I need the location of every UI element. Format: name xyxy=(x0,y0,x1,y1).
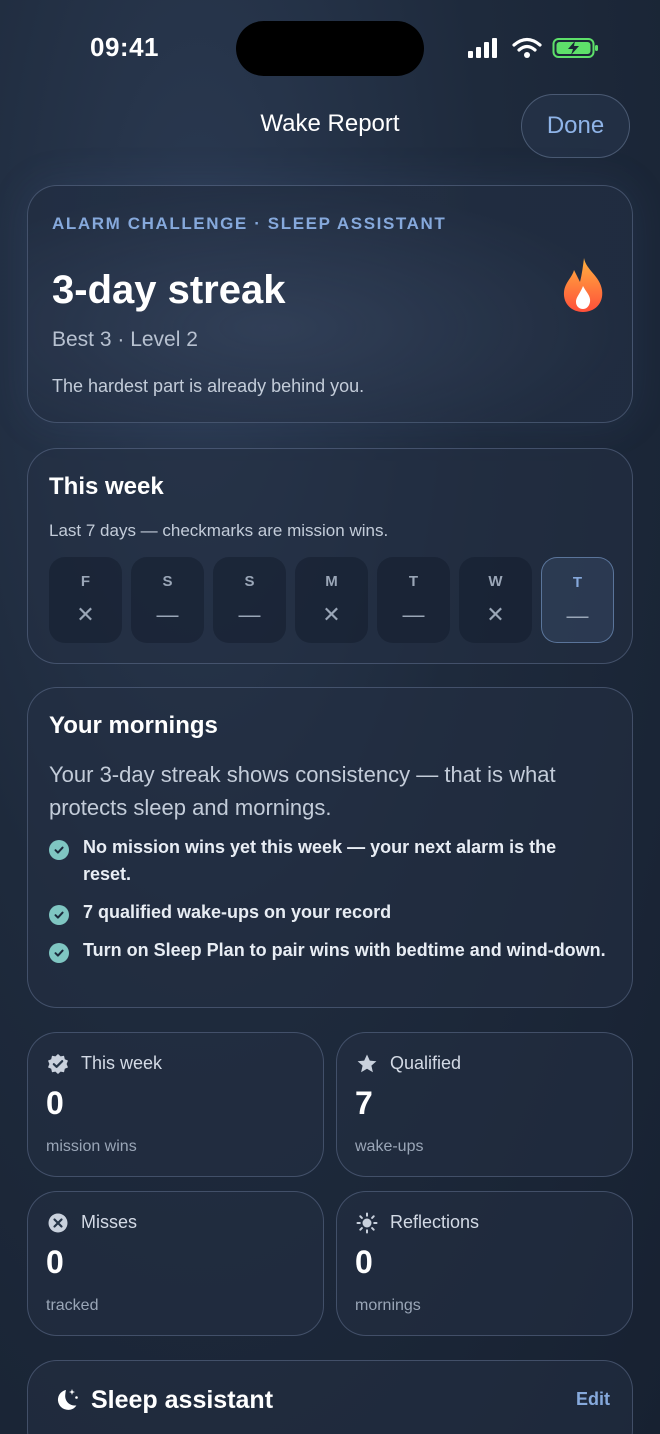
check-circle-icon xyxy=(49,840,69,860)
stat-value: 0 xyxy=(46,1085,64,1121)
streak-card: ALARM CHALLENGE · SLEEP ASSISTANT 3-day … xyxy=(27,185,633,423)
stat-label: This week xyxy=(81,1053,163,1073)
mornings-title: Your mornings xyxy=(49,712,218,739)
day-miss-mark: ✕ xyxy=(486,602,505,627)
day-miss-mark: ✕ xyxy=(76,602,95,627)
done-button[interactable]: Done xyxy=(521,94,630,158)
list-item: Turn on Sleep Plan to pair wins with bed… xyxy=(49,937,609,964)
mornings-bullets: No mission wins yet this week — your nex… xyxy=(49,834,609,975)
streak-subtitle: Best 3 · Level 2 xyxy=(52,328,198,351)
day-letter: S xyxy=(162,573,173,590)
day-letter: W xyxy=(488,573,503,590)
day-cell[interactable]: M ✕ xyxy=(295,557,368,643)
edit-button[interactable]: Edit xyxy=(576,1389,610,1410)
stat-label: Qualified xyxy=(390,1053,462,1073)
mornings-body: Your 3-day streak shows consistency — th… xyxy=(49,762,556,820)
this-week-title: This week xyxy=(49,473,164,500)
day-strip: F ✕ S — S — M ✕ T — W ✕ T — xyxy=(49,557,614,643)
status-bar: 09:41 xyxy=(0,0,660,96)
day-cell[interactable]: T — xyxy=(377,557,450,643)
day-letter: M xyxy=(325,573,338,590)
streak-note: The hardest part is already behind you. xyxy=(52,376,365,396)
day-empty-mark: — xyxy=(156,602,179,627)
stat-unit: tracked xyxy=(46,1297,99,1314)
status-time: 09:41 xyxy=(90,32,159,62)
sun-icon xyxy=(356,1212,378,1234)
cellular-signal-icon xyxy=(468,38,497,58)
day-empty-mark: — xyxy=(238,602,261,627)
stat-tile-this-week[interactable]: This week 0 mission wins xyxy=(27,1032,324,1177)
x-circle-icon xyxy=(48,1213,68,1233)
day-cell[interactable]: F ✕ xyxy=(49,557,122,643)
bullet-text: 7 qualified wake-ups on your record xyxy=(83,902,392,922)
stat-label: Reflections xyxy=(390,1212,480,1232)
list-item: No mission wins yet this week — your nex… xyxy=(49,834,609,888)
this-week-subtitle: Last 7 days — checkmarks are mission win… xyxy=(49,521,389,540)
day-miss-mark: ✕ xyxy=(322,602,341,627)
day-letter: F xyxy=(80,573,91,590)
stat-value: 0 xyxy=(355,1244,373,1280)
day-letter: S xyxy=(244,573,255,590)
check-circle-icon xyxy=(49,943,69,963)
this-week-card: This week Last 7 days — checkmarks are m… xyxy=(27,448,633,664)
stat-unit: mission wins xyxy=(46,1138,137,1155)
list-item: 7 qualified wake-ups on your record xyxy=(49,899,609,926)
bullet-text: Turn on Sleep Plan to pair wins with bed… xyxy=(83,940,606,960)
sleep-assistant-title: Sleep assistant xyxy=(91,1386,274,1414)
flame-icon xyxy=(563,258,603,312)
battery-charging-icon xyxy=(552,38,598,58)
check-circle-icon xyxy=(49,905,69,925)
day-cell[interactable]: W ✕ xyxy=(459,557,532,643)
nav-bar: Wake Report Done xyxy=(0,94,660,158)
stat-value: 7 xyxy=(355,1085,373,1121)
status-icons xyxy=(466,36,600,60)
stat-tile-qualified[interactable]: Qualified 7 wake-ups xyxy=(336,1032,633,1177)
bullet-text: No mission wins yet this week — your nex… xyxy=(83,837,557,884)
star-icon xyxy=(357,1054,377,1073)
day-empty-mark: — xyxy=(402,602,425,627)
stat-label: Misses xyxy=(81,1212,138,1232)
stat-unit: wake-ups xyxy=(355,1138,424,1155)
streak-title: 3-day streak xyxy=(52,268,286,312)
stat-tile-misses[interactable]: Misses 0 tracked xyxy=(27,1191,324,1336)
day-cell[interactable]: S — xyxy=(131,557,204,643)
dynamic-island xyxy=(236,21,424,76)
moon-stars-icon xyxy=(57,1389,78,1410)
stat-unit: mornings xyxy=(355,1297,421,1314)
sleep-assistant-card: Sleep assistant Edit xyxy=(27,1360,633,1434)
day-letter: T xyxy=(408,573,419,590)
mornings-card: Your mornings Your 3-day streak shows co… xyxy=(27,687,633,1008)
streak-tag: ALARM CHALLENGE · SLEEP ASSISTANT xyxy=(52,214,447,233)
stat-tile-reflections[interactable]: Reflections 0 mornings xyxy=(336,1191,633,1336)
wifi-icon xyxy=(512,37,542,58)
day-letter: T xyxy=(572,574,583,591)
day-empty-mark: — xyxy=(566,603,589,628)
verified-badge-icon xyxy=(48,1054,68,1074)
day-cell[interactable]: S — xyxy=(213,557,286,643)
stat-value: 0 xyxy=(46,1244,64,1280)
day-cell-today[interactable]: T — xyxy=(541,557,614,643)
